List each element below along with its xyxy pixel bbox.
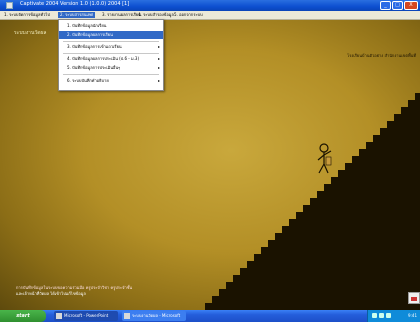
menu-separator — [63, 53, 159, 54]
taskbar-task-powerpoint[interactable]: Microsoft - PowerPoint — [54, 311, 118, 321]
submenu-arrow-icon: ▸ — [157, 56, 160, 61]
title-bar[interactable]: Captivate 2004 Version 1.0 (1.0.0) 2004 … — [0, 0, 420, 11]
taskbar-task-app[interactable]: ระบบงานวัดผล - Microsoft — [122, 311, 186, 321]
menu-general[interactable]: 1. ระบบจัดการข้อมูลทั่วไป — [2, 12, 52, 18]
dropdown-item-attendance[interactable]: 3. บันทึกข้อมูลการเข้าแถวเรียน ▸ — [59, 43, 163, 51]
network-icon[interactable] — [372, 313, 377, 318]
dropdown-item-students[interactable]: 1. บันทึกข้อมูลนักเรียน — [59, 22, 163, 30]
notice-line-2: และเจ้าหน้าที่วัดผล ได้เข้าไปแก้ไขข้อมูล — [16, 291, 86, 296]
submenu-arrow-icon: ▸ — [157, 44, 160, 49]
dropdown-item-other-assessment[interactable]: 5. บันทึกข้อมูลการประเมินอื่นๆ ▸ — [59, 64, 163, 72]
dropdown-item-grades[interactable]: 2. บันทึกข้อมูลผลการเรียน — [59, 31, 163, 39]
app-icon — [124, 313, 130, 319]
menu-backup[interactable]: 4. ระบบสำรองข้อมูล — [136, 12, 176, 18]
menu-separator — [63, 41, 159, 42]
taskbar: start Microsoft - PowerPoint ระบบงานวัดผ… — [0, 310, 420, 322]
start-button[interactable]: start — [0, 310, 46, 322]
task-label: Microsoft - PowerPoint — [64, 313, 109, 318]
minimize-button[interactable]: _ — [380, 1, 391, 10]
menu-information[interactable]: 2. ระบบสารสนเทศ — [58, 12, 96, 18]
submenu-arrow-icon: ▸ — [157, 78, 160, 83]
clock: 9:41 — [408, 313, 417, 318]
powerpoint-icon — [56, 313, 62, 319]
dropdown-item-descriptions[interactable]: 6. ระบบบันทึกคำอธิบาย ▸ — [59, 77, 163, 85]
menu-exit[interactable]: 5. ออกจากระบบ — [172, 12, 205, 18]
system-label: ระบบงานวัดผล — [14, 30, 47, 36]
volume-icon[interactable] — [379, 313, 384, 318]
system-tray: 9:41 — [367, 310, 420, 322]
close-button[interactable]: X — [404, 1, 418, 10]
maximize-button[interactable]: □ — [392, 1, 403, 10]
application-window: Captivate 2004 Version 1.0 (1.0.0) 2004 … — [0, 0, 420, 310]
submenu-arrow-icon: ▸ — [157, 65, 160, 70]
dropdown-item-assessment[interactable]: 4. บันทึกข้อมูลผลการประเมิน (ป.6 - ม.3) … — [59, 55, 163, 63]
school-label: โรงเรียนบ้านตัวอย่าง สำนักงานเขตพื้นที่ — [347, 53, 416, 58]
dropdown-item-label: 1. บันทึกข้อมูลนักเรียน — [67, 23, 107, 28]
dropdown-item-label: 6. ระบบบันทึกคำอธิบาย — [67, 78, 109, 83]
menu-separator — [63, 74, 159, 75]
climbing-figure-icon — [317, 143, 332, 174]
app-icon — [6, 2, 13, 9]
dropdown-item-label: 4. บันทึกข้อมูลผลการประเมิน (ป.6 - ม.3) — [67, 56, 140, 61]
task-label: ระบบงานวัดผล - Microsoft — [132, 313, 181, 318]
window-title: Captivate 2004 Version 1.0 (1.0.0) 2004 … — [20, 1, 130, 7]
notice-text: การบันทึกข้อมูลในระบบขอความร่วมมือ ครูปร… — [16, 285, 216, 297]
information-dropdown-menu: 1. บันทึกข้อมูลนักเรียน 2. บันทึกข้อมูลผ… — [58, 19, 164, 91]
dropdown-item-label: 5. บันทึกข้อมูลการประเมินอื่นๆ — [67, 65, 121, 70]
app-shortcut-icon[interactable] — [408, 292, 420, 304]
dropdown-item-label: 3. บันทึกข้อมูลการเข้าแถวเรียน — [67, 44, 122, 49]
dropdown-item-label: 2. บันทึกข้อมูลผลการเรียน — [67, 32, 113, 37]
language-icon[interactable] — [386, 313, 391, 318]
